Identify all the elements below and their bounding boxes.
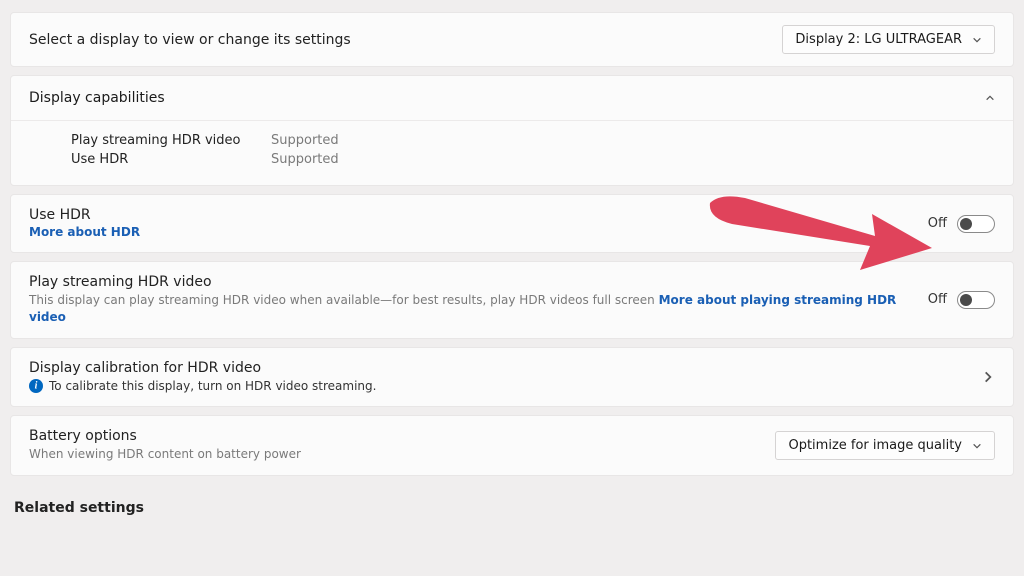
chevron-right-icon [981,370,995,384]
cap-streaming-key: Play streaming HDR video [71,133,251,148]
use-hdr-toggle[interactable] [957,215,995,233]
info-icon [29,379,43,393]
more-about-hdr-link[interactable]: More about HDR [29,225,140,239]
chevron-down-icon [972,35,982,45]
battery-options-title: Battery options [29,428,755,444]
use-hdr-title: Use HDR [29,207,908,223]
streaming-hdr-sub: This display can play streaming HDR vide… [29,292,908,326]
chevron-up-icon [985,93,995,103]
display-capabilities-body: Play streaming HDR video Supported Use H… [11,121,1013,185]
battery-options-dropdown[interactable]: Optimize for image quality [775,431,995,460]
streaming-hdr-toggle-state: Off [928,292,947,307]
streaming-hdr-toggle[interactable] [957,291,995,309]
related-settings-heading: Related settings [10,484,1014,524]
battery-options-sub: When viewing HDR content on battery powe… [29,446,755,463]
display-capabilities-title: Display capabilities [29,90,165,106]
streaming-hdr-title: Play streaming HDR video [29,274,908,290]
display-capabilities-header[interactable]: Display capabilities [11,76,1013,121]
display-calibration-row[interactable]: Display calibration for HDR video To cal… [11,348,1013,407]
display-selector-label: Select a display to view or change its s… [29,32,351,48]
display-calibration-title: Display calibration for HDR video [29,360,961,376]
cap-usehdr-val: Supported [271,152,339,167]
display-calibration-hint: To calibrate this display, turn on HDR v… [49,378,376,395]
display-selector-dropdown[interactable]: Display 2: LG ULTRAGEAR [782,25,995,54]
display-selector-value: Display 2: LG ULTRAGEAR [795,32,962,47]
battery-options-value: Optimize for image quality [788,438,962,453]
chevron-down-icon [972,441,982,451]
cap-streaming-val: Supported [271,133,339,148]
use-hdr-toggle-state: Off [928,216,947,231]
cap-usehdr-key: Use HDR [71,152,251,167]
